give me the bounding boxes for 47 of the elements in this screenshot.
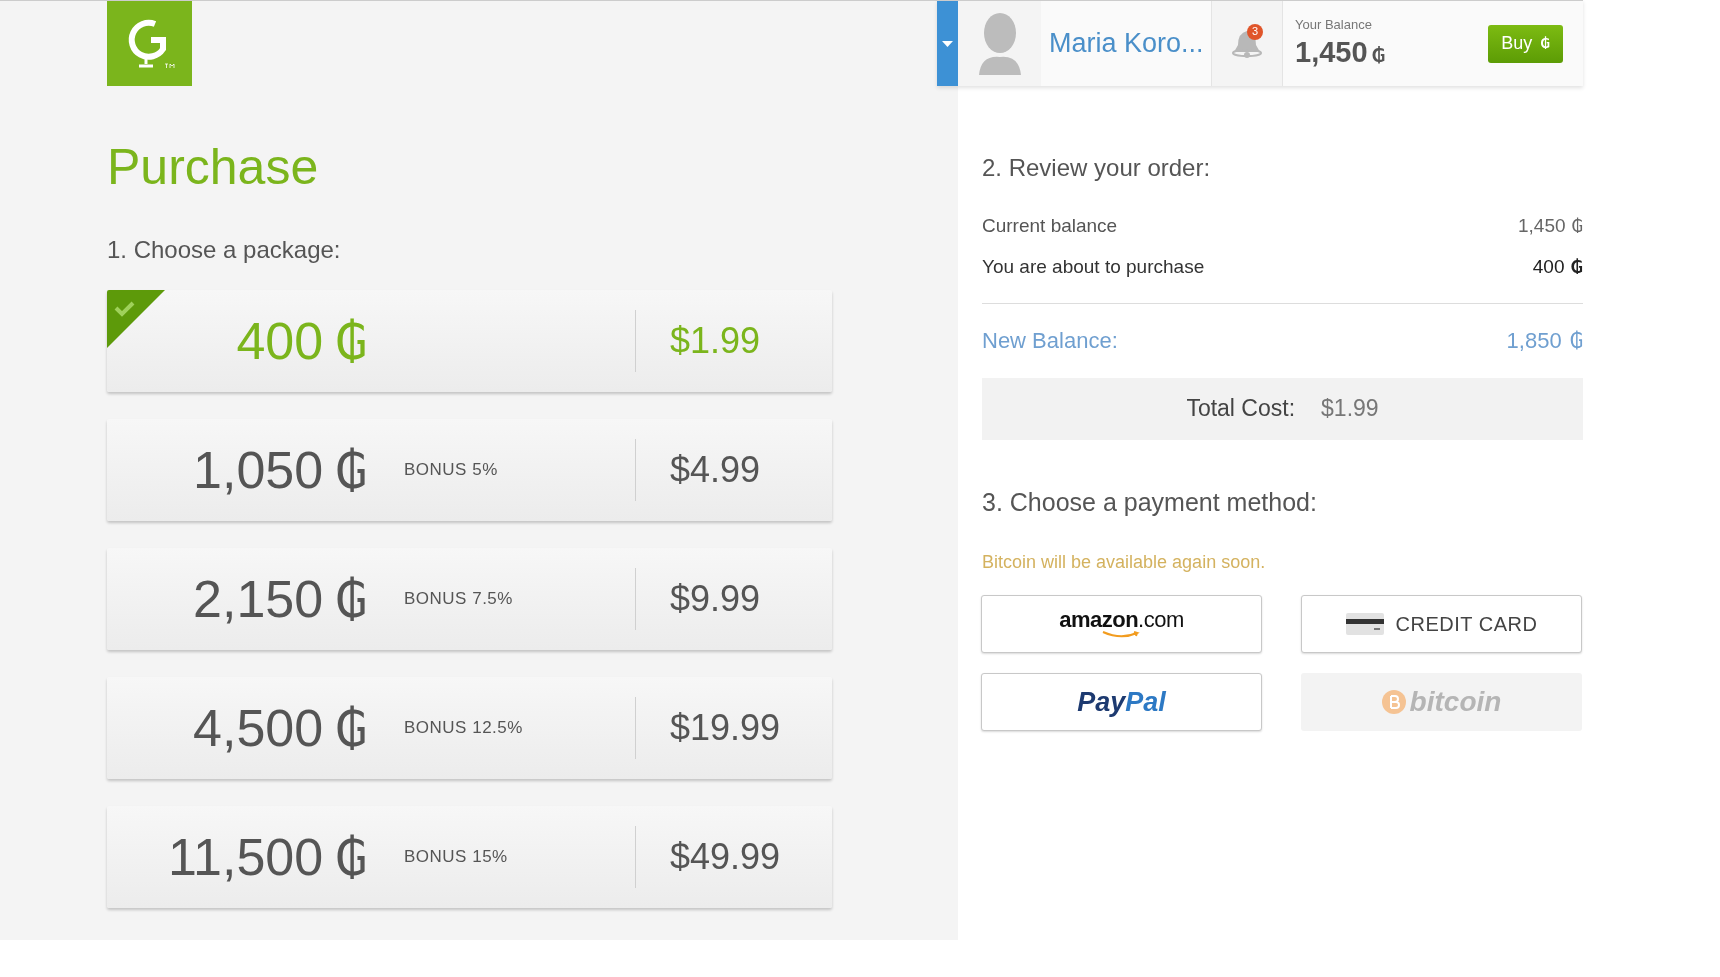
package-price: $19.99 — [669, 706, 782, 750]
section-heading: 1. Choose a package: — [107, 235, 342, 265]
total-cost-label: Total Cost: — [1186, 394, 1296, 424]
package-option[interactable]: 4,500 ₲ BONUS 12.5% $19.99 — [107, 677, 832, 779]
currency-symbol: ₲ — [335, 570, 367, 631]
bonus-label: BONUS 15% — [404, 847, 508, 867]
currency-symbol: ₲ — [335, 699, 367, 760]
package-amount: 2,150 — [193, 569, 324, 630]
payment-method-button[interactable]: CREDIT CARD — [1301, 595, 1582, 653]
currency-symbol: ₲ — [335, 441, 367, 502]
package-option[interactable]: 1,050 ₲ BONUS 5% $4.99 — [107, 419, 832, 521]
currency-symbol: ₲ — [335, 828, 367, 889]
notification-count: 3 — [1247, 23, 1263, 40]
bitcoin-notice: Bitcoin will be available again soon. — [982, 551, 1267, 574]
new-balance-value: 1,850 — [1506, 327, 1562, 355]
total-cost-value: $1.99 — [1321, 394, 1379, 424]
payment-method-button[interactable]: amazon.com — [981, 595, 1262, 653]
summary-value: 1,450 — [1518, 214, 1566, 238]
bonus-label: BONUS 7.5% — [404, 589, 513, 609]
currency-symbol: ₲ — [1569, 328, 1583, 355]
package-amount: 400 — [236, 311, 324, 372]
payment-method-button[interactable]: PayPal — [981, 673, 1262, 731]
package-price: $1.99 — [669, 319, 762, 363]
package-amount: 1,050 — [193, 440, 324, 501]
package-price: $4.99 — [669, 448, 762, 492]
notifications-button[interactable]: 3 — [1231, 28, 1263, 59]
balance-label: Your Balance — [1295, 17, 1373, 34]
currency-symbol: ₲ — [1371, 41, 1386, 69]
bonus-label: BONUS 5% — [404, 460, 498, 480]
package-amount: 11,500 — [168, 827, 324, 888]
package-amount: 4,500 — [193, 698, 324, 759]
currency-symbol: ₲ — [335, 312, 367, 373]
summary-label: You are about to purchase — [982, 254, 1205, 279]
page-title: Purchase — [107, 142, 320, 192]
currency-symbol: ₲ — [1570, 254, 1583, 279]
bonus-label: BONUS 12.5% — [404, 718, 523, 738]
package-option[interactable]: 11,500 ₲ BONUS 15% $49.99 — [107, 806, 832, 908]
package-price: $49.99 — [669, 835, 782, 879]
currency-symbol: ₲ — [1571, 214, 1583, 238]
section-heading: 3. Choose a payment method: — [982, 486, 1318, 518]
summary-value: 400 — [1532, 254, 1565, 279]
package-price: $9.99 — [669, 577, 762, 621]
summary-label: Current balance — [982, 214, 1118, 238]
balance-amount: 1,450 — [1295, 34, 1368, 70]
new-balance-label: New Balance: — [982, 327, 1118, 355]
package-option[interactable]: 2,150 ₲ BONUS 7.5% $9.99 — [107, 548, 832, 650]
section-heading: 2. Review your order: — [982, 153, 1212, 183]
